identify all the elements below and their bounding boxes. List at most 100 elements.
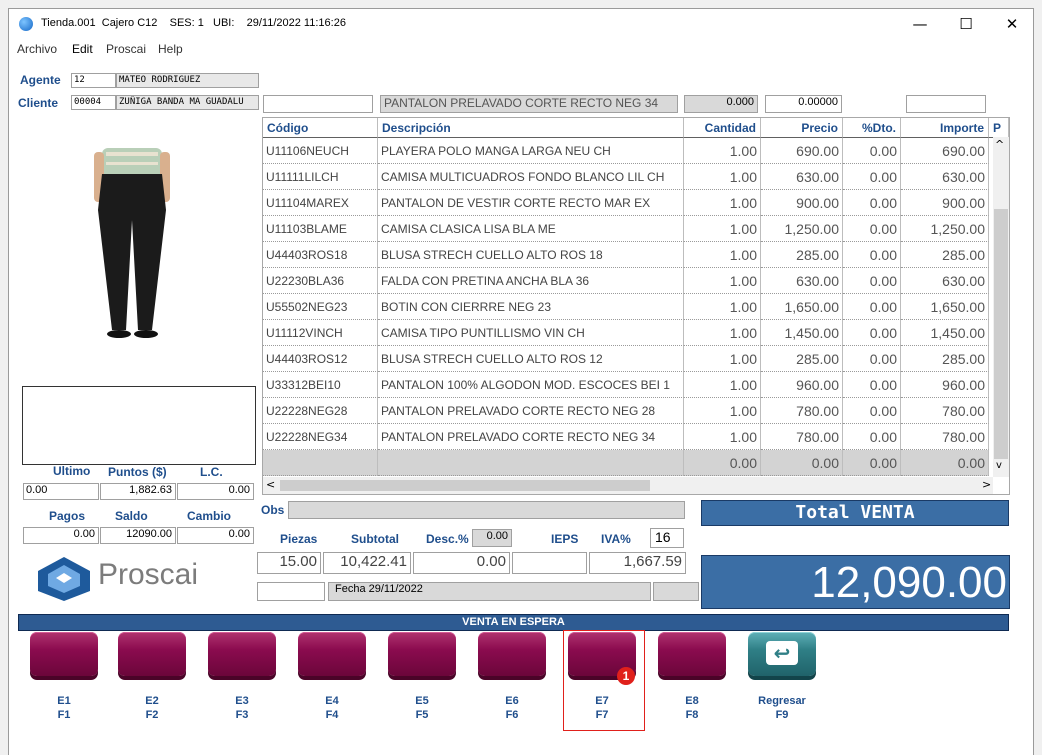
table-cell-dto[interactable]: 0.00 xyxy=(843,216,901,242)
table-cell-importe[interactable]: 900.00 xyxy=(901,190,989,216)
table-cell-dto[interactable]: 0.00 xyxy=(843,190,901,216)
blank-row-cell[interactable]: 0.00 xyxy=(684,450,761,476)
horizontal-scroll-thumb[interactable] xyxy=(280,480,650,491)
column-header-importe[interactable]: Importe xyxy=(901,118,989,138)
table-cell-importe[interactable]: 1,650.00 xyxy=(901,294,989,320)
table-cell-cantidad[interactable]: 1.00 xyxy=(684,190,761,216)
blank-row-cell[interactable] xyxy=(378,450,684,476)
blank-row-cell[interactable]: 0.00 xyxy=(901,450,989,476)
table-cell-cantidad[interactable]: 1.00 xyxy=(684,268,761,294)
table-cell-dto[interactable]: 0.00 xyxy=(843,424,901,450)
table-cell-importe[interactable]: 630.00 xyxy=(901,268,989,294)
column-header-dto[interactable]: %Dto. xyxy=(843,118,901,138)
function-button-f2[interactable] xyxy=(118,632,186,676)
table-cell-dto[interactable]: 0.00 xyxy=(843,138,901,164)
table-cell-codigo[interactable]: U22228NEG34 xyxy=(263,424,378,450)
table-cell-precio[interactable]: 960.00 xyxy=(761,372,843,398)
table-cell-precio[interactable]: 285.00 xyxy=(761,242,843,268)
table-cell-importe[interactable]: 960.00 xyxy=(901,372,989,398)
maximize-button[interactable]: ☐ xyxy=(943,9,989,39)
close-button[interactable]: ✕ xyxy=(989,9,1035,39)
table-cell-codigo[interactable]: U22228NEG28 xyxy=(263,398,378,424)
table-cell-descripcion[interactable]: CAMISA CLASICA LISA BLA ME xyxy=(378,216,684,242)
table-cell-descripcion[interactable]: PANTALON PRELAVADO CORTE RECTO NEG 28 xyxy=(378,398,684,424)
table-cell-codigo[interactable]: U44403ROS18 xyxy=(263,242,378,268)
table-cell-codigo[interactable]: U11104MAREX xyxy=(263,190,378,216)
table-cell-importe[interactable]: 630.00 xyxy=(901,164,989,190)
column-header-codigo[interactable]: Código xyxy=(263,118,378,138)
table-cell-cantidad[interactable]: 1.00 xyxy=(684,320,761,346)
table-cell-descripcion[interactable]: BLUSA STRECH CUELLO ALTO ROS 12 xyxy=(378,346,684,372)
function-button-f8[interactable] xyxy=(658,632,726,676)
table-cell-descripcion[interactable]: PANTALON PRELAVADO CORTE RECTO NEG 34 xyxy=(378,424,684,450)
agente-code-field[interactable]: 12 xyxy=(71,73,116,88)
function-button-f1[interactable] xyxy=(30,632,98,676)
scroll-right-arrow-icon[interactable]: > xyxy=(982,478,991,491)
table-cell-codigo[interactable]: U55502NEG23 xyxy=(263,294,378,320)
table-cell-cantidad[interactable]: 1.00 xyxy=(684,138,761,164)
table-cell-importe[interactable]: 285.00 xyxy=(901,242,989,268)
vertical-scroll-thumb[interactable] xyxy=(994,209,1008,459)
table-cell-precio[interactable]: 1,450.00 xyxy=(761,320,843,346)
table-cell-descripcion[interactable]: CAMISA MULTICUADROS FONDO BLANCO LIL CH xyxy=(378,164,684,190)
table-cell-codigo[interactable]: U22230BLA36 xyxy=(263,268,378,294)
table-cell-descripcion[interactable]: BLUSA STRECH CUELLO ALTO ROS 18 xyxy=(378,242,684,268)
menu-proscai[interactable]: Proscai xyxy=(106,42,146,56)
blank-row-cell[interactable]: 0.00 xyxy=(761,450,843,476)
function-button-f6[interactable] xyxy=(478,632,546,676)
table-cell-codigo[interactable]: U11112VINCH xyxy=(263,320,378,346)
menu-archivo[interactable]: Archivo xyxy=(17,42,57,56)
table-cell-precio[interactable]: 780.00 xyxy=(761,398,843,424)
product-code-input[interactable] xyxy=(263,95,373,113)
table-cell-dto[interactable]: 0.00 xyxy=(843,294,901,320)
table-cell-descripcion[interactable]: PLAYERA POLO MANGA LARGA NEU CH xyxy=(378,138,684,164)
table-cell-dto[interactable]: 0.00 xyxy=(843,164,901,190)
table-cell-importe[interactable]: 780.00 xyxy=(901,424,989,450)
table-cell-importe[interactable]: 780.00 xyxy=(901,398,989,424)
table-cell-cantidad[interactable]: 1.00 xyxy=(684,346,761,372)
table-cell-dto[interactable]: 0.00 xyxy=(843,346,901,372)
table-cell-cantidad[interactable]: 1.00 xyxy=(684,242,761,268)
blank-row-cell[interactable]: 0.00 xyxy=(843,450,901,476)
menu-edit[interactable]: Edit xyxy=(72,42,93,56)
scroll-down-arrow-icon[interactable]: v xyxy=(996,460,1002,471)
table-cell-dto[interactable]: 0.00 xyxy=(843,320,901,346)
table-cell-descripcion[interactable]: FALDA CON PRETINA ANCHA BLA 36 xyxy=(378,268,684,294)
table-cell-cantidad[interactable]: 1.00 xyxy=(684,164,761,190)
function-button-f5[interactable] xyxy=(388,632,456,676)
table-cell-precio[interactable]: 1,650.00 xyxy=(761,294,843,320)
column-header-cantidad[interactable]: Cantidad xyxy=(684,118,761,138)
table-cell-precio[interactable]: 780.00 xyxy=(761,424,843,450)
entry-extra-field[interactable] xyxy=(906,95,986,113)
table-cell-dto[interactable]: 0.00 xyxy=(843,372,901,398)
table-cell-precio[interactable]: 630.00 xyxy=(761,164,843,190)
obs-field[interactable] xyxy=(288,501,685,519)
function-button-f3[interactable] xyxy=(208,632,276,676)
blank-row-cell[interactable] xyxy=(263,450,378,476)
desc-pct-field[interactable]: 0.00 xyxy=(472,529,512,547)
table-cell-cantidad[interactable]: 1.00 xyxy=(684,294,761,320)
table-cell-codigo[interactable]: U33312BEI10 xyxy=(263,372,378,398)
column-header-descripcion[interactable]: Descripción xyxy=(378,118,684,138)
table-cell-cantidad[interactable]: 1.00 xyxy=(684,398,761,424)
table-cell-precio[interactable]: 630.00 xyxy=(761,268,843,294)
table-cell-codigo[interactable]: U11106NEUCH xyxy=(263,138,378,164)
entry-price-field[interactable]: 0.00000 xyxy=(765,95,842,113)
table-cell-codigo[interactable]: U44403ROS12 xyxy=(263,346,378,372)
table-cell-codigo[interactable]: U11103BLAME xyxy=(263,216,378,242)
minimize-button[interactable]: — xyxy=(897,9,943,39)
menu-help[interactable]: Help xyxy=(158,42,183,56)
table-cell-descripcion[interactable]: PANTALON DE VESTIR CORTE RECTO MAR EX xyxy=(378,190,684,216)
table-cell-descripcion[interactable]: PANTALON 100% ALGODON MOD. ESCOCES BEI 1 xyxy=(378,372,684,398)
table-cell-cantidad[interactable]: 1.00 xyxy=(684,424,761,450)
cliente-code-field[interactable]: 00004 xyxy=(71,95,116,110)
table-cell-importe[interactable]: 690.00 xyxy=(901,138,989,164)
table-cell-precio[interactable]: 690.00 xyxy=(761,138,843,164)
scroll-left-arrow-icon[interactable]: < xyxy=(266,478,275,491)
entry-qty-field[interactable]: 0.000 xyxy=(684,95,758,113)
column-header-p[interactable]: P xyxy=(989,118,1009,138)
table-cell-descripcion[interactable]: CAMISA TIPO PUNTILLISMO VIN CH xyxy=(378,320,684,346)
table-cell-dto[interactable]: 0.00 xyxy=(843,268,901,294)
table-cell-cantidad[interactable]: 1.00 xyxy=(684,216,761,242)
table-cell-importe[interactable]: 285.00 xyxy=(901,346,989,372)
